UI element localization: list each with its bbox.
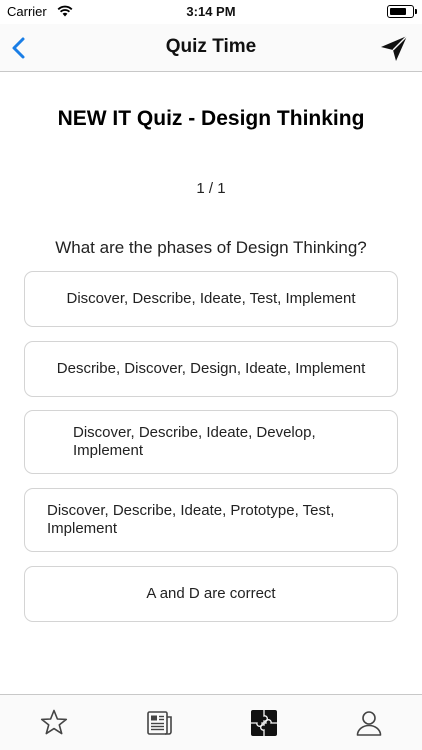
answer-option-c[interactable]: Discover, Describe, Ideate, Develop, Imp…: [24, 410, 398, 474]
status-time: 3:14 PM: [186, 4, 236, 19]
tab-favorites[interactable]: [38, 707, 70, 739]
answer-label: Describe, Discover, Design, Ideate, Impl…: [56, 360, 366, 377]
tab-profile[interactable]: [353, 707, 385, 739]
answer-label: Discover, Describe, Ideate, Prototype, T…: [47, 502, 335, 537]
tab-bar: [0, 694, 422, 750]
paper-plane-icon: [381, 35, 408, 61]
answer-option-d[interactable]: Discover, Describe, Ideate, Prototype, T…: [24, 488, 398, 552]
question-progress: 1 / 1: [196, 180, 226, 197]
star-icon: [40, 709, 68, 735]
answer-label: Discover, Describe, Ideate, Test, Implem…: [66, 290, 356, 307]
battery-level: [389, 7, 407, 15]
status-bar: Carrier 3:14 PM: [0, 0, 422, 24]
answer-option-b[interactable]: Describe, Discover, Design, Ideate, Impl…: [24, 341, 398, 397]
question-text: What are the phases of Design Thinking?: [55, 238, 367, 257]
tab-news[interactable]: [143, 707, 175, 739]
newspaper-icon: [147, 711, 172, 735]
answer-label: Discover, Describe, Ideate, Develop, Imp…: [73, 424, 316, 459]
answer-option-a[interactable]: Discover, Describe, Ideate, Test, Implem…: [24, 271, 398, 327]
battery-icon: [387, 5, 417, 18]
send-button[interactable]: [378, 32, 410, 64]
navigation-bar: Quiz Time: [0, 24, 422, 72]
quiz-title: NEW IT Quiz - Design Thinking: [57, 107, 365, 130]
answer-option-e[interactable]: A and D are correct: [24, 566, 398, 622]
tab-quiz[interactable]: [248, 707, 280, 739]
person-icon: [356, 711, 382, 736]
page-title: Quiz Time: [165, 36, 257, 57]
answer-label: A and D are correct: [146, 585, 276, 602]
puzzle-icon: [251, 710, 277, 736]
